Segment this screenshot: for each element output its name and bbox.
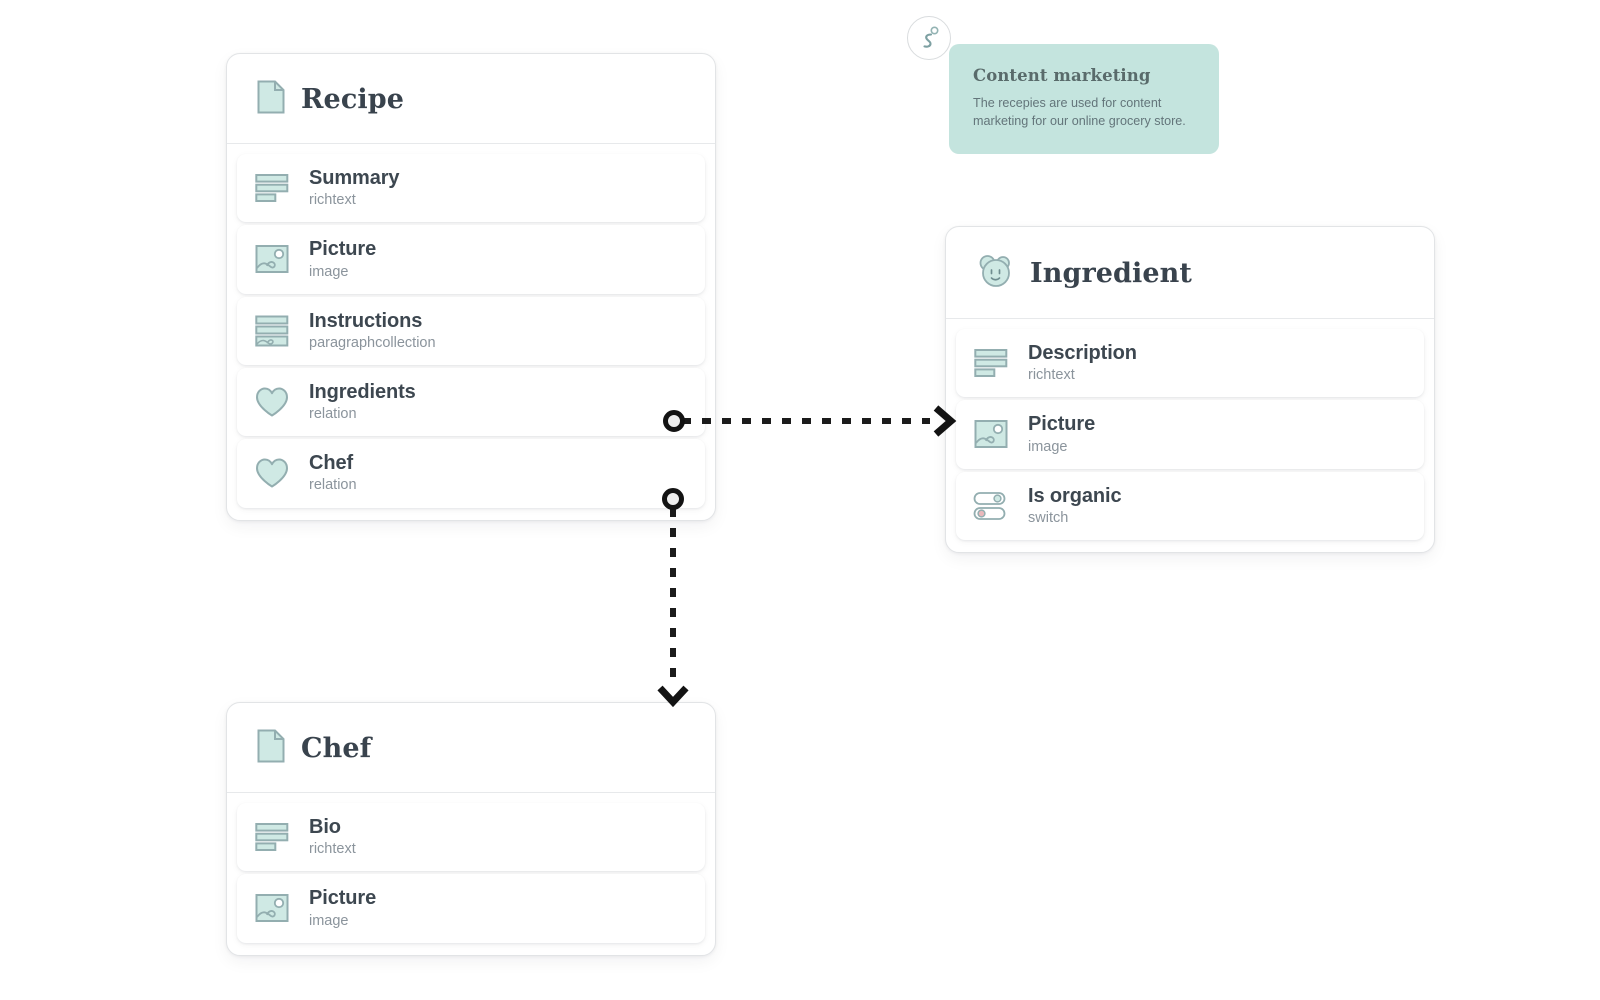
field-type: switch xyxy=(1028,509,1069,526)
field-type: image xyxy=(309,912,349,929)
entity-title: Ingredient xyxy=(1030,258,1192,289)
connector-arrowhead xyxy=(657,685,689,708)
entity-field-list: Summary richtext Picture image Instructi… xyxy=(227,144,715,520)
field-row[interactable]: Summary richtext xyxy=(237,154,705,223)
field-row[interactable]: Ingredients relation xyxy=(237,367,705,437)
richtext-icon xyxy=(972,344,1010,382)
heart-icon xyxy=(253,454,291,492)
field-name: Bio xyxy=(309,816,341,838)
field-type: image xyxy=(1028,438,1068,455)
field-type: relation xyxy=(309,406,357,423)
field-name: Summary xyxy=(309,167,400,189)
field-name: Ingredients xyxy=(309,380,416,403)
connector-recipe-chef-to-chef[interactable] xyxy=(657,488,689,708)
entity-title: Recipe xyxy=(301,84,404,115)
entity-field-list: Bio richtext Picture image xyxy=(227,793,715,955)
image-icon xyxy=(972,415,1010,453)
diagram-canvas: Recipe Summary richtext Picture image In… xyxy=(0,0,1600,1000)
field-row[interactable]: Description richtext xyxy=(956,329,1424,398)
richtext-icon xyxy=(253,169,291,207)
document-icon xyxy=(257,729,285,768)
field-type: richtext xyxy=(309,192,356,209)
field-row[interactable]: Picture image xyxy=(956,400,1424,469)
entity-card-header[interactable]: Recipe xyxy=(227,54,715,144)
entity-card-chef[interactable]: Chef Bio richtext Picture image xyxy=(226,702,716,956)
richtext-icon xyxy=(253,818,291,856)
field-name: Picture xyxy=(1028,413,1096,436)
field-row[interactable]: Instructions paragraphcollection xyxy=(237,296,705,365)
field-type: richtext xyxy=(309,841,356,858)
entity-card-recipe[interactable]: Recipe Summary richtext Picture image In… xyxy=(226,53,716,521)
entity-field-list: Description richtext Picture image Is or… xyxy=(946,319,1434,552)
entity-card-header[interactable]: Ingredient xyxy=(946,227,1434,319)
entity-card-ingredient[interactable]: Ingredient Description richtext Picture … xyxy=(945,226,1435,553)
field-row[interactable]: Is organic switch xyxy=(956,471,1424,540)
field-row[interactable]: Picture image xyxy=(237,874,705,943)
image-icon xyxy=(253,889,291,927)
field-type: image xyxy=(309,263,349,280)
field-row[interactable]: Chef relation xyxy=(237,439,705,508)
field-name: Description xyxy=(1028,342,1137,364)
field-type: paragraphcollection xyxy=(309,334,436,351)
heart-icon xyxy=(253,383,291,421)
document-icon xyxy=(257,80,285,119)
field-name: Picture xyxy=(309,238,377,261)
note-body: The recepies are used for content market… xyxy=(973,96,1186,129)
switch-icon xyxy=(972,487,1010,525)
field-name: Instructions xyxy=(309,309,423,332)
bear-face-icon xyxy=(976,253,1014,294)
paragraphcollection-icon xyxy=(253,312,291,350)
entity-card-header[interactable]: Chef xyxy=(227,703,715,793)
field-name: Chef xyxy=(309,452,354,475)
entity-title: Chef xyxy=(301,733,372,764)
image-icon xyxy=(253,240,291,278)
field-row[interactable]: Picture image xyxy=(237,225,705,294)
field-type: richtext xyxy=(1028,367,1075,384)
field-row[interactable]: Bio richtext xyxy=(237,803,705,872)
note-content-marketing[interactable]: Content marketing The recepies are used … xyxy=(907,16,1219,154)
field-type: relation xyxy=(309,477,357,494)
note-title: Content marketing xyxy=(973,66,1151,85)
info-italic-icon[interactable] xyxy=(907,16,951,60)
field-name: Picture xyxy=(309,887,377,910)
field-name: Is organic xyxy=(1028,484,1122,507)
